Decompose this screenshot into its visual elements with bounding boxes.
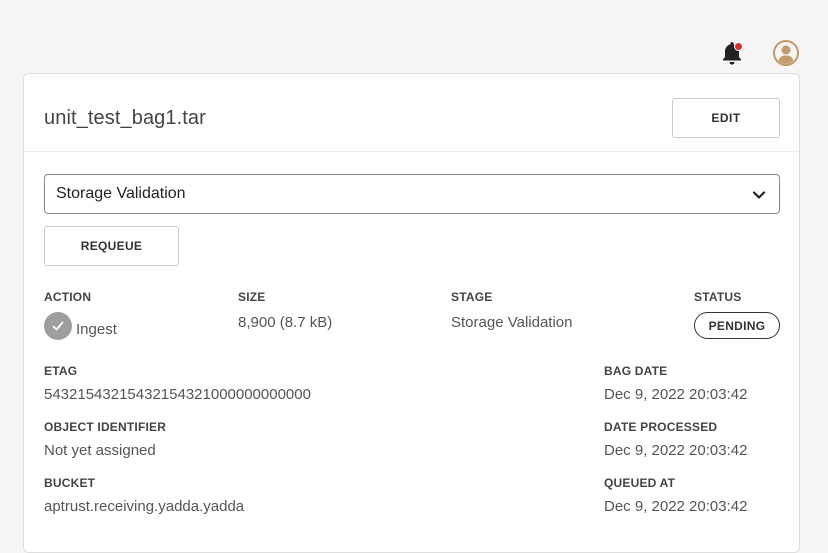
- card-header: unit_test_bag1.tar EDIT: [24, 74, 799, 152]
- object-identifier-label: OBJECT IDENTIFIER: [44, 420, 167, 434]
- requeue-button[interactable]: REQUEUE: [44, 226, 179, 266]
- check-icon: [52, 321, 64, 331]
- bucket-value: aptrust.receiving.yadda.yadda: [44, 498, 245, 515]
- notifications-button[interactable]: [720, 40, 744, 66]
- action-label: ACTION: [44, 290, 92, 304]
- status-badge: PENDING: [694, 312, 780, 339]
- size-value: 8,900 (8.7 kB): [238, 314, 333, 331]
- page-title: unit_test_bag1.tar: [44, 107, 206, 129]
- chevron-down-icon: [752, 191, 766, 199]
- bucket-label: BUCKET: [44, 476, 96, 490]
- stage-select[interactable]: Storage Validation: [44, 174, 780, 214]
- queued-at-label: QUEUED AT: [604, 476, 676, 490]
- date-processed-value: Dec 9, 2022 20:03:42: [604, 442, 748, 459]
- top-bar: [0, 0, 828, 73]
- action-status-circle: [44, 312, 72, 340]
- date-processed-label: DATE PROCESSED: [604, 420, 718, 434]
- status-label: STATUS: [694, 290, 742, 304]
- bag-date-label: BAG DATE: [604, 364, 668, 378]
- work-item-card: unit_test_bag1.tar EDIT Storage Validati…: [23, 73, 800, 553]
- size-label: SIZE: [238, 290, 266, 304]
- queued-at-value: Dec 9, 2022 20:03:42: [604, 498, 748, 515]
- user-circle-icon: [773, 40, 799, 66]
- notification-badge: [734, 42, 743, 51]
- stage-select-value: Storage Validation: [56, 185, 186, 202]
- user-menu-button[interactable]: [773, 40, 799, 66]
- stage-label: STAGE: [451, 290, 493, 304]
- etag-label: ETAG: [44, 364, 78, 378]
- stage-value: Storage Validation: [451, 314, 573, 331]
- etag-value: 54321543215432154321000000000000: [44, 386, 311, 403]
- edit-button[interactable]: EDIT: [672, 98, 780, 138]
- bag-date-value: Dec 9, 2022 20:03:42: [604, 386, 748, 403]
- object-identifier-value: Not yet assigned: [44, 442, 156, 459]
- action-value: Ingest: [76, 321, 117, 338]
